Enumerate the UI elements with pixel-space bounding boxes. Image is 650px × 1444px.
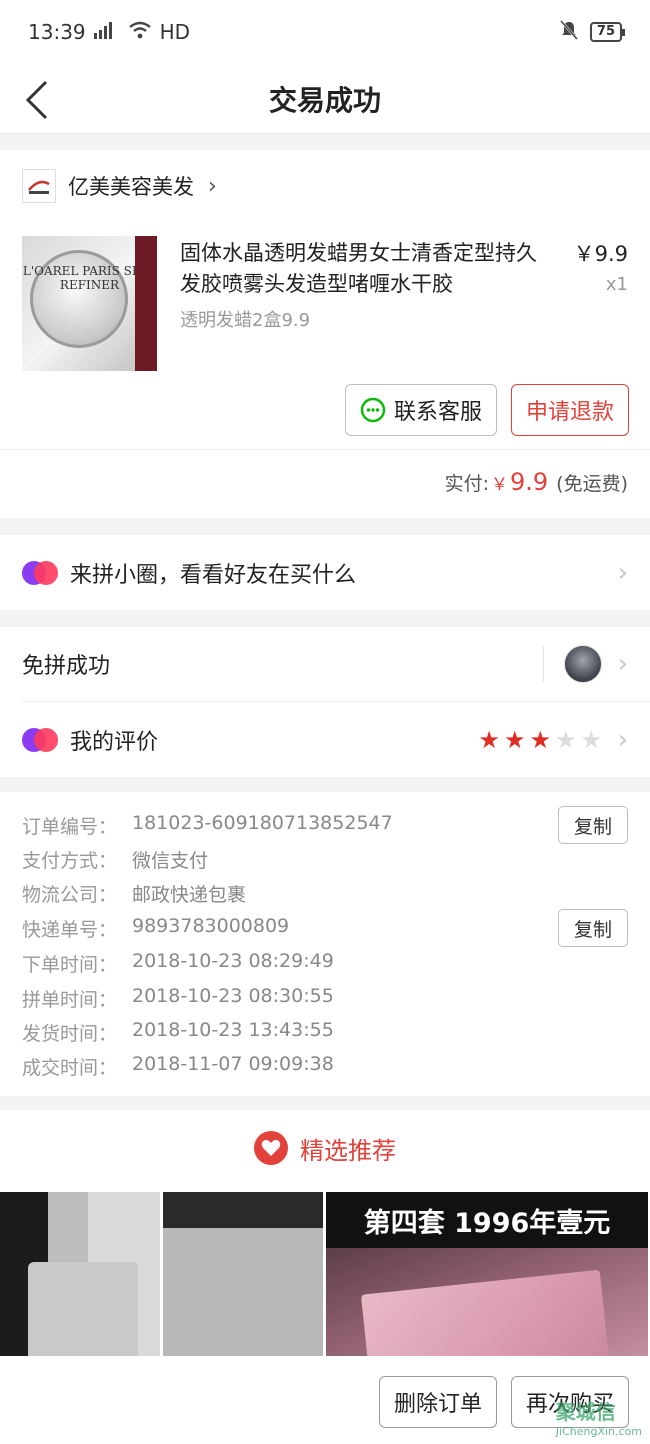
refund-label: 申请退款 bbox=[525, 400, 614, 425]
network-label: HD bbox=[159, 20, 191, 44]
wifi-icon bbox=[128, 20, 152, 44]
info-key: 拼单时间： bbox=[22, 989, 118, 1011]
info-row-deal-time: 成交时间： 2018-11-07 09:09:38 bbox=[22, 1053, 334, 1080]
recommend-section: 精选推荐 第四套 1996年壹元 bbox=[0, 1110, 650, 1356]
delete-order-button[interactable]: 删除订单 bbox=[379, 1376, 497, 1428]
shop-name: 亿美美容美发 bbox=[68, 175, 194, 199]
info-key: 发货时间： bbox=[22, 1023, 118, 1045]
chevron-right-icon: › bbox=[617, 724, 628, 755]
circle-card[interactable]: 来拼小圈，看看好友在买什么 › bbox=[0, 535, 650, 610]
paid-amount: 9.9 bbox=[510, 468, 549, 496]
info-value: 2018-11-07 09:09:38 bbox=[132, 1053, 334, 1075]
refund-button[interactable]: 申请退款 bbox=[511, 384, 629, 436]
chevron-right-icon: › bbox=[617, 649, 628, 679]
star-icon: ★ bbox=[580, 725, 602, 754]
info-key: 下单时间： bbox=[22, 954, 118, 976]
info-row-logistics: 物流公司： 邮政快递包裹 bbox=[22, 880, 246, 907]
group-row[interactable]: 免拼成功 › bbox=[0, 627, 650, 701]
pinxiaoquan-icon bbox=[22, 727, 58, 752]
contact-service-label: 联系客服 bbox=[393, 400, 482, 425]
shipping-note: (免运费) bbox=[556, 473, 628, 495]
product-spec: 透明发蜡2盒9.9 bbox=[180, 310, 311, 331]
info-value: 2018-10-23 13:43:55 bbox=[132, 1019, 334, 1041]
info-value: 181023-609180713852547 bbox=[132, 812, 393, 834]
product-title[interactable]: 固体水晶透明发蜡男女士清香定型持久发胶喷雾头发造型啫喱水干胶 bbox=[180, 238, 550, 300]
info-key: 快递单号： bbox=[22, 919, 118, 941]
recommend-item-2[interactable] bbox=[163, 1192, 323, 1356]
bottom-action-bar: 删除订单 再次购买 聚城信 JiChengXin.com bbox=[0, 1356, 650, 1444]
star-icon: ★ bbox=[554, 725, 577, 754]
status-bar: 13:39 HD 75 bbox=[0, 0, 650, 64]
info-value: 邮政快递包裹 bbox=[132, 884, 247, 906]
group-review-card: 免拼成功 › 我的评价 ★ ★ ★ ★ ★ › bbox=[0, 627, 650, 777]
info-row-payment: 支付方式： 微信支付 bbox=[22, 846, 208, 873]
nav-bar: 交易成功 bbox=[0, 64, 650, 134]
info-row-ship-time: 发货时间： 2018-10-23 13:43:55 bbox=[22, 1019, 334, 1046]
pinxiaoquan-icon bbox=[22, 560, 58, 585]
group-label: 免拼成功 bbox=[22, 654, 111, 679]
review-row[interactable]: 我的评价 ★ ★ ★ ★ ★ › bbox=[0, 702, 650, 777]
copy-tracking-button[interactable]: 复制 bbox=[558, 909, 628, 947]
recommend-header: 精选推荐 bbox=[0, 1110, 650, 1186]
battery-icon: 75 bbox=[589, 22, 626, 42]
info-row-order-no: 订单编号： 181023-609180713852547 bbox=[22, 812, 393, 839]
shop-link[interactable]: 亿美美容美发 › bbox=[22, 150, 217, 222]
shop-logo bbox=[22, 169, 56, 203]
product-quantity: x1 bbox=[605, 274, 628, 295]
info-key: 支付方式： bbox=[22, 850, 118, 872]
order-card: 亿美美容美发 › L'OAREL PARIS SKIN REFINER 固体水晶… bbox=[0, 150, 650, 518]
recommend-title: 精选推荐 bbox=[300, 1136, 396, 1165]
vertical-divider bbox=[543, 646, 544, 682]
star-icon: ★ bbox=[503, 725, 526, 754]
info-value: 2018-10-23 08:30:55 bbox=[132, 985, 334, 1007]
info-value: 微信支付 bbox=[132, 850, 209, 872]
info-value: 9893783000809 bbox=[132, 915, 290, 937]
back-button[interactable] bbox=[20, 74, 60, 124]
divider bbox=[0, 449, 650, 450]
star-icon: ★ bbox=[478, 725, 500, 754]
contact-service-button[interactable]: 联系客服 bbox=[345, 384, 497, 436]
star-icon: ★ bbox=[529, 725, 551, 754]
watermark-logo: 聚城信 JiChengXin.com bbox=[555, 1400, 642, 1438]
rating-stars: ★ ★ ★ ★ ★ bbox=[478, 726, 602, 754]
product-image[interactable]: L'OAREL PARIS SKIN REFINER bbox=[22, 236, 157, 371]
info-row-tracking: 快递单号： 9893783000809 bbox=[22, 915, 289, 942]
status-time: 13:39 bbox=[28, 20, 86, 44]
order-info-card: 订单编号： 181023-609180713852547 复制 支付方式： 微信… bbox=[0, 792, 650, 1096]
info-row-group-time: 拼单时间： 2018-10-23 08:30:55 bbox=[22, 985, 334, 1012]
back-arrow-icon bbox=[25, 80, 48, 120]
paid-total: 实付: ￥ 9.9 (免运费) bbox=[445, 468, 628, 496]
info-key: 成交时间： bbox=[22, 1057, 118, 1079]
recommend-item-1[interactable] bbox=[0, 1192, 160, 1356]
avatar[interactable] bbox=[564, 645, 602, 683]
heart-icon bbox=[254, 1131, 288, 1165]
copy-order-no-button[interactable]: 复制 bbox=[558, 806, 628, 844]
recommend-item-3[interactable]: 第四套 1996年壹元 bbox=[326, 1192, 648, 1356]
mute-icon bbox=[559, 19, 578, 45]
paid-currency: ￥ bbox=[491, 475, 508, 495]
circle-label: 来拼小圈，看看好友在买什么 bbox=[70, 562, 357, 588]
signal-icon bbox=[93, 20, 120, 44]
review-label: 我的评价 bbox=[70, 729, 159, 755]
paid-label: 实付: bbox=[444, 473, 489, 495]
info-value: 2018-10-23 08:29:49 bbox=[132, 950, 334, 972]
chevron-right-icon: › bbox=[617, 557, 628, 588]
chat-icon bbox=[360, 397, 386, 423]
info-key: 订单编号： bbox=[22, 816, 118, 838]
info-key: 物流公司： bbox=[22, 884, 118, 906]
recommend-banner: 第四套 1996年壹元 bbox=[326, 1192, 648, 1248]
product-price: ￥9.9 bbox=[573, 242, 628, 266]
chevron-right-icon: › bbox=[208, 173, 217, 199]
info-row-order-time: 下单时间： 2018-10-23 08:29:49 bbox=[22, 950, 334, 977]
page-title: 交易成功 bbox=[268, 83, 381, 117]
